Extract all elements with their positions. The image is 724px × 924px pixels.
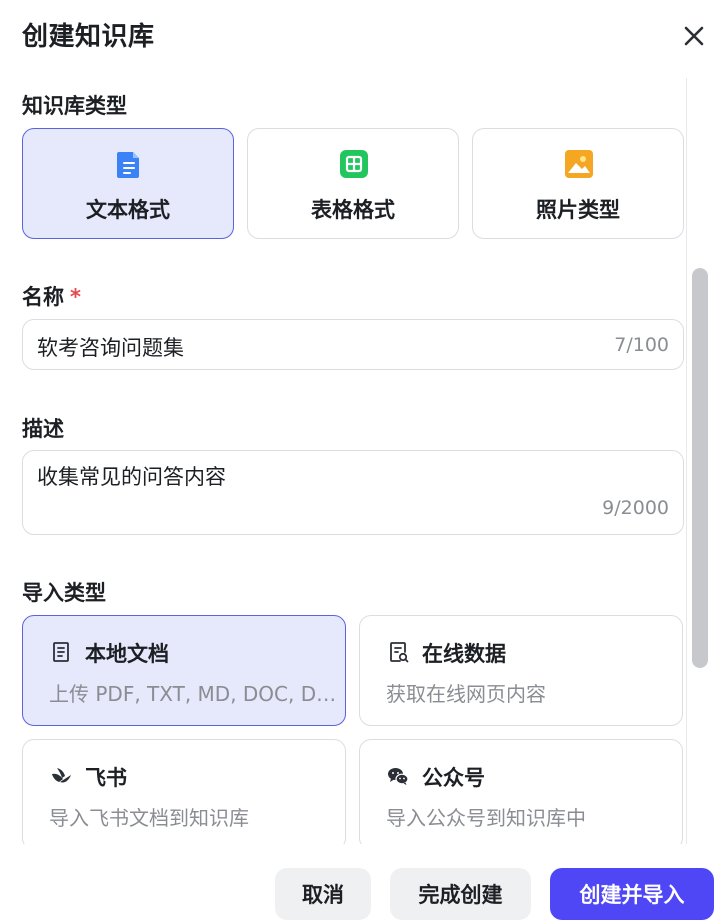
kb-type-text[interactable]: 文本格式 xyxy=(22,128,234,239)
text-document-icon xyxy=(117,152,139,178)
import-local-title: 本地文档 xyxy=(85,642,169,666)
dialog-body: 知识库类型 文本格式 表格格式 照片类型 名称 * 软考咨询问题集 7/100 … xyxy=(0,78,686,844)
import-online-desc: 获取在线网页内容 xyxy=(386,682,546,706)
description-value: 收集常见的问答内容 xyxy=(37,465,226,489)
name-input[interactable]: 软考咨询问题集 7/100 xyxy=(22,319,684,370)
create-and-import-button[interactable]: 创建并导入 xyxy=(550,868,714,920)
kb-type-text-label: 文本格式 xyxy=(86,198,170,222)
description-textarea[interactable]: 收集常见的问答内容 9/2000 xyxy=(22,450,684,535)
wechat-icon xyxy=(388,768,409,785)
description-label: 描述 xyxy=(22,417,64,441)
import-wechat-desc: 导入公众号到知识库中 xyxy=(386,806,586,830)
web-document-icon xyxy=(390,642,409,663)
finish-create-button[interactable]: 完成创建 xyxy=(390,868,531,920)
import-wechat-title: 公众号 xyxy=(422,766,485,790)
cancel-button[interactable]: 取消 xyxy=(275,868,371,920)
import-feishu-desc: 导入飞书文档到知识库 xyxy=(49,806,249,830)
name-char-count: 7/100 xyxy=(614,334,669,356)
import-local-desc: 上传 PDF, TXT, MD, DOC, DOCX 格式的本地文件 xyxy=(49,682,339,706)
kb-type-photo-label: 照片类型 xyxy=(536,198,620,222)
document-icon xyxy=(53,642,69,662)
import-feishu[interactable]: 飞书 导入飞书文档到知识库 xyxy=(22,739,346,844)
dialog-title: 创建知识库 xyxy=(22,22,155,52)
import-online-data[interactable]: 在线数据 获取在线网页内容 xyxy=(359,615,683,726)
name-input-value: 软考咨询问题集 xyxy=(37,336,184,360)
kb-type-table[interactable]: 表格格式 xyxy=(247,128,459,239)
description-char-count: 9/2000 xyxy=(602,497,669,519)
import-wechat-official[interactable]: 公众号 导入公众号到知识库中 xyxy=(359,739,683,844)
close-button[interactable] xyxy=(680,22,708,50)
kb-type-photo[interactable]: 照片类型 xyxy=(472,128,684,239)
table-icon xyxy=(340,150,368,178)
name-label-text: 名称 xyxy=(22,285,64,309)
import-local-document[interactable]: 本地文档 上传 PDF, TXT, MD, DOC, DOCX 格式的本地文件 xyxy=(22,615,346,726)
import-online-title: 在线数据 xyxy=(422,642,506,666)
import-feishu-title: 飞书 xyxy=(85,766,127,790)
feishu-icon xyxy=(52,768,71,783)
required-mark: * xyxy=(70,285,81,309)
name-label: 名称 * xyxy=(22,281,81,311)
import-type-label: 导入类型 xyxy=(22,581,106,605)
photo-icon xyxy=(565,150,593,178)
scrollbar-thumb[interactable] xyxy=(692,268,708,668)
kb-type-label: 知识库类型 xyxy=(22,94,127,118)
scrollbar-track xyxy=(686,78,687,844)
kb-type-table-label: 表格格式 xyxy=(311,198,395,222)
close-icon xyxy=(684,26,704,46)
